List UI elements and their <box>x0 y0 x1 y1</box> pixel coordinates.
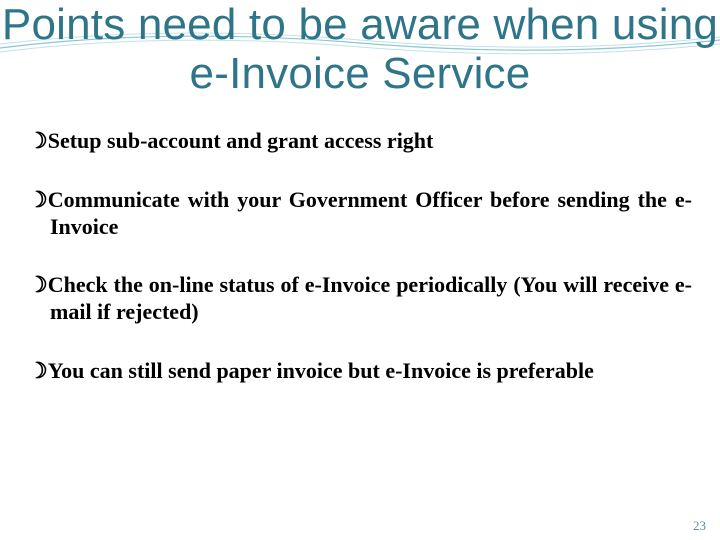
slide-title: Points need to be aware when using e-Inv… <box>0 0 720 99</box>
bullet-text: Check the on-line status of e-Invoice pe… <box>48 272 692 324</box>
bullet-icon: ☽ <box>28 358 46 383</box>
bullet-item-3: ☽Check the on-line status of e-Invoice p… <box>28 272 692 326</box>
bullet-item-4: ☽You can still send paper invoice but e-… <box>28 358 692 385</box>
page-number: 23 <box>693 518 706 534</box>
bullet-text: Communicate with your Government Officer… <box>48 187 692 239</box>
bullet-icon: ☽ <box>28 128 46 153</box>
bullet-text: Setup sub-account and grant access right <box>48 128 434 153</box>
bullet-text: You can still send paper invoice but e-I… <box>48 358 594 383</box>
bullet-item-1: ☽Setup sub-account and grant access righ… <box>28 128 692 155</box>
bullet-item-2: ☽Communicate with your Government Office… <box>28 187 692 241</box>
content-area: ☽Setup sub-account and grant access righ… <box>28 128 692 417</box>
bullet-icon: ☽ <box>28 187 46 212</box>
bullet-icon: ☽ <box>28 272 46 297</box>
